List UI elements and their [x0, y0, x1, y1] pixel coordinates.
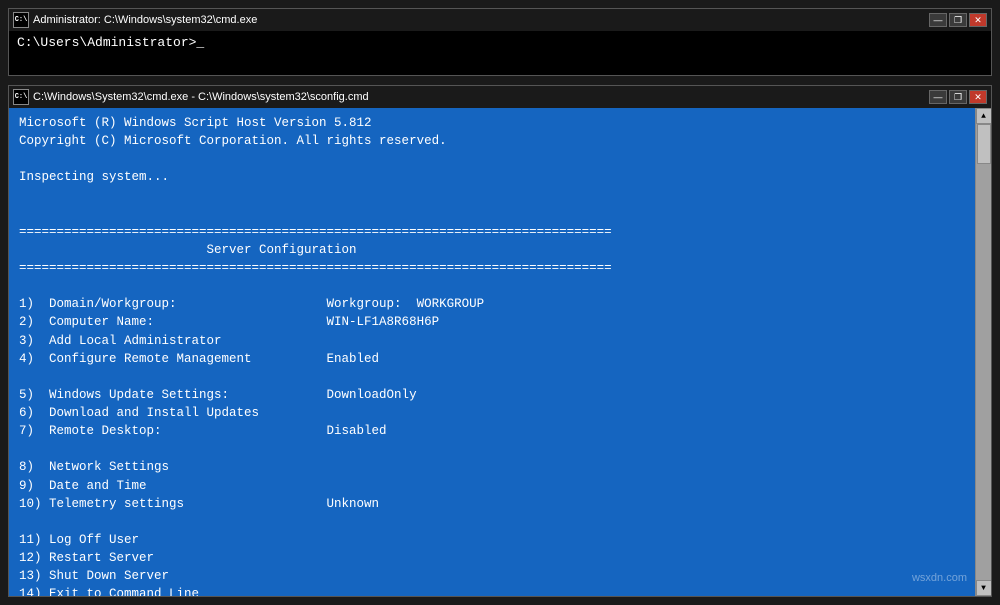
- bottom-minimize-button[interactable]: —: [929, 90, 947, 104]
- top-window-buttons: — ❐ ✕: [929, 13, 987, 27]
- top-minimize-button[interactable]: —: [929, 13, 947, 27]
- bottom-window-buttons: — ❐ ✕: [929, 90, 987, 104]
- bottom-cmd-icon: C:\: [13, 89, 29, 105]
- top-cmd-window: C:\ Administrator: C:\Windows\system32\c…: [8, 8, 992, 76]
- watermark: wsxdn.com: [912, 572, 967, 584]
- top-close-button[interactable]: ✕: [969, 13, 987, 27]
- top-titlebar-left: C:\ Administrator: C:\Windows\system32\c…: [13, 12, 257, 28]
- scroll-track: [976, 124, 991, 580]
- top-window-title: Administrator: C:\Windows\system32\cmd.e…: [33, 14, 257, 26]
- top-titlebar: C:\ Administrator: C:\Windows\system32\c…: [9, 9, 991, 31]
- bottom-window-content[interactable]: Microsoft (R) Windows Script Host Versio…: [9, 108, 991, 596]
- top-window-content: C:\Users\Administrator>_: [9, 31, 991, 75]
- bottom-titlebar-left: C:\ C:\Windows\System32\cmd.exe - C:\Win…: [13, 89, 369, 105]
- bottom-cmd-window: C:\ C:\Windows\System32\cmd.exe - C:\Win…: [8, 85, 992, 597]
- bottom-titlebar: C:\ C:\Windows\System32\cmd.exe - C:\Win…: [9, 86, 991, 108]
- scroll-thumb[interactable]: [977, 124, 991, 164]
- top-restore-button[interactable]: ❐: [949, 13, 967, 27]
- console-output: Microsoft (R) Windows Script Host Versio…: [19, 114, 981, 596]
- bottom-window-title: C:\Windows\System32\cmd.exe - C:\Windows…: [33, 91, 369, 103]
- bottom-close-button[interactable]: ✕: [969, 90, 987, 104]
- scroll-down-arrow[interactable]: ▼: [976, 580, 992, 596]
- scroll-up-arrow[interactable]: ▲: [976, 108, 992, 124]
- top-cmd-icon: C:\: [13, 12, 29, 28]
- scrollbar[interactable]: ▲ ▼: [975, 108, 991, 596]
- bottom-restore-button[interactable]: ❐: [949, 90, 967, 104]
- command-prompt-line: C:\Users\Administrator>_: [17, 35, 983, 50]
